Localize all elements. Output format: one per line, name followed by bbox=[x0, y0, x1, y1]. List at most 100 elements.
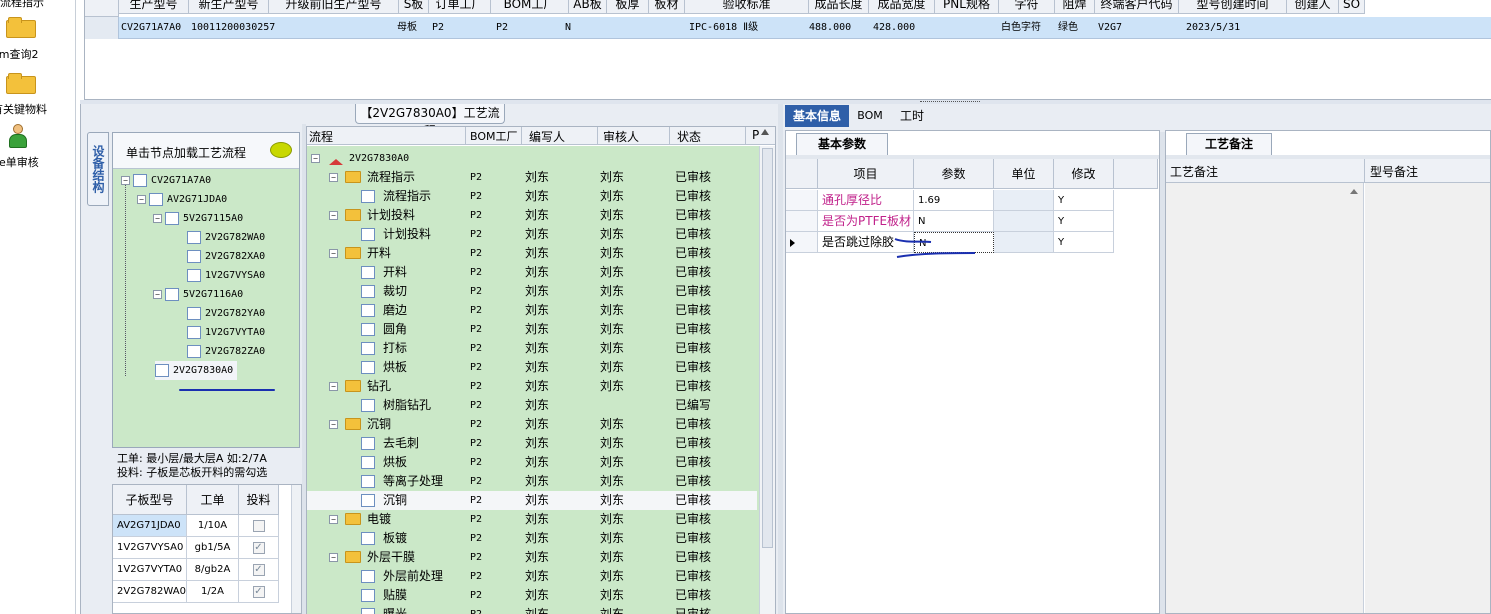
cell-order-factory[interactable]: P2 bbox=[432, 17, 444, 39]
cell-order[interactable]: 1/10A bbox=[187, 515, 239, 537]
cell-model[interactable]: 2V2G782WA0 bbox=[113, 581, 187, 603]
column-header[interactable]: 单位 bbox=[994, 159, 1054, 189]
flow-row[interactable]: 去毛刺 P2 刘东 刘东 已审核 bbox=[307, 434, 757, 453]
flow-row[interactable]: − 沉铜 P2 刘东 刘东 已审核 bbox=[307, 415, 757, 434]
cell-unit[interactable] bbox=[994, 211, 1054, 232]
cell-length[interactable]: 488.000 bbox=[809, 17, 851, 39]
flow-row[interactable]: 板镀 P2 刘东 刘东 已审核 bbox=[307, 529, 757, 548]
column-header[interactable]: 审核人 bbox=[603, 128, 639, 145]
flow-row[interactable]: 裁切 P2 刘东 刘东 已审核 bbox=[307, 282, 757, 301]
column-header[interactable]: 字符 bbox=[999, 0, 1055, 14]
collapse-toggle-icon[interactable]: − bbox=[329, 553, 338, 562]
column-header[interactable]: 项目 bbox=[818, 159, 914, 189]
column-header[interactable]: 成品长度 bbox=[809, 0, 869, 14]
cell-feed[interactable]: ✓ bbox=[239, 581, 279, 603]
cell-item[interactable]: 通孔厚径比 bbox=[818, 190, 914, 211]
cell-order[interactable]: 1/2A bbox=[187, 581, 239, 603]
collapse-toggle-icon[interactable]: − bbox=[329, 211, 338, 220]
flow-row[interactable]: 烘板 P2 刘东 刘东 已审核 bbox=[307, 453, 757, 472]
tab-bom[interactable]: BOM bbox=[855, 105, 885, 127]
checkbox-checked-icon[interactable]: ✓ bbox=[252, 542, 265, 554]
scroll-up-icon[interactable] bbox=[761, 129, 769, 135]
flow-row[interactable]: 烘板 P2 刘东 刘东 已审核 bbox=[307, 358, 757, 377]
flow-row[interactable]: 打标 P2 刘东 刘东 已审核 bbox=[307, 339, 757, 358]
cell-model[interactable]: 1V2G7VYTA0 bbox=[113, 559, 187, 581]
flow-row[interactable]: 流程指示 P2 刘东 刘东 已审核 bbox=[307, 187, 757, 206]
cell-standard[interactable]: IPC-6018 Ⅱ级 bbox=[689, 17, 758, 39]
nav-item-key-material[interactable]: 有关键物料 bbox=[0, 72, 76, 117]
column-header[interactable]: SO bbox=[1339, 0, 1365, 14]
column-header[interactable]: 板厚 bbox=[607, 0, 649, 14]
remark-textarea[interactable] bbox=[1166, 183, 1364, 613]
collapse-toggle-icon[interactable]: − bbox=[153, 289, 162, 299]
cell-unit[interactable] bbox=[994, 232, 1054, 253]
scroll-thumb[interactable] bbox=[762, 148, 773, 548]
flow-row[interactable]: 磨边 P2 刘东 刘东 已审核 bbox=[307, 301, 757, 320]
flow-row[interactable]: 树脂钻孔 P2 刘东 已编写 bbox=[307, 396, 757, 415]
cell-customer[interactable]: V2G7 bbox=[1098, 17, 1122, 39]
cell-model[interactable]: CV2G71A7A0 bbox=[121, 17, 181, 39]
table-row[interactable]: CV2G71A7A0 10011200030257 母板 P2 P2 N IPC… bbox=[85, 17, 1491, 39]
tree-node[interactable]: 1V2G7VYTA0 bbox=[187, 323, 265, 342]
flow-row[interactable]: 外层前处理 P2 刘东 刘东 已审核 bbox=[307, 567, 757, 586]
tree-node[interactable]: −5V2G7116A0 bbox=[153, 285, 243, 304]
scrollbar-vertical[interactable] bbox=[759, 146, 775, 614]
cell-unit[interactable] bbox=[994, 190, 1054, 211]
column-header[interactable]: 创建人 bbox=[1287, 0, 1339, 14]
flow-row[interactable]: 等离子处理 P2 刘东 刘东 已审核 bbox=[307, 472, 757, 491]
cell-mask[interactable]: 绿色 bbox=[1058, 17, 1078, 39]
tree-node[interactable]: 2V2G782YA0 bbox=[187, 304, 265, 323]
cell-edit[interactable]: Y bbox=[1054, 232, 1114, 253]
column-header[interactable]: 参数 bbox=[914, 159, 994, 189]
cell-value[interactable]: 1.69 bbox=[914, 190, 994, 211]
tree-node[interactable]: − CV2G71A7A0 bbox=[121, 171, 211, 190]
column-header[interactable]: 板材 bbox=[649, 0, 685, 14]
flow-row[interactable]: 圆角 P2 刘东 刘东 已审核 bbox=[307, 320, 757, 339]
column-header[interactable]: 升级前旧生产型号 bbox=[269, 0, 399, 14]
collapse-toggle-icon[interactable]: − bbox=[329, 249, 338, 258]
flow-row[interactable]: − 流程指示 P2 刘东 刘东 已审核 bbox=[307, 168, 757, 187]
tree-node[interactable]: 2V2G782XA0 bbox=[187, 247, 265, 266]
flow-row-selected[interactable]: 沉铜 P2 刘东 刘东 已审核 bbox=[307, 491, 757, 510]
cell-feed[interactable] bbox=[239, 515, 279, 537]
column-header[interactable]: 型号创建时间 bbox=[1179, 0, 1287, 14]
column-header[interactable]: 成品宽度 bbox=[869, 0, 935, 14]
cell-item[interactable]: 是否为PTFE板材 bbox=[818, 211, 914, 232]
tree-node[interactable]: −5V2G7115A0 bbox=[153, 209, 243, 228]
cell-width[interactable]: 428.000 bbox=[873, 17, 915, 39]
column-header[interactable]: AB板 bbox=[569, 0, 607, 14]
column-header[interactable]: 工单 bbox=[187, 485, 239, 515]
nav-item-pe-review[interactable]: pe单审核 bbox=[0, 124, 76, 170]
collapse-toggle-icon[interactable]: − bbox=[121, 175, 130, 185]
column-header[interactable]: 型号备注 bbox=[1370, 163, 1418, 180]
column-header[interactable]: 状态 bbox=[677, 128, 701, 145]
collapse-toggle-icon[interactable]: − bbox=[329, 382, 338, 391]
nav-item-flow[interactable]: 流程指示 bbox=[0, 0, 76, 10]
column-header[interactable]: 生产型号 bbox=[119, 0, 189, 14]
flow-row[interactable]: 计划投料 P2 刘东 刘东 已审核 bbox=[307, 225, 757, 244]
tree-node[interactable]: 2V2G782ZA0 bbox=[187, 342, 265, 361]
flow-row[interactable]: − 外层干膜 P2 刘东 刘东 已审核 bbox=[307, 548, 757, 567]
cell-char[interactable]: 白色字符 bbox=[1001, 17, 1041, 39]
column-header[interactable]: 新生产型号 bbox=[189, 0, 269, 14]
cell-order[interactable]: gb1/5A bbox=[187, 537, 239, 559]
column-header[interactable]: 验收标准 bbox=[685, 0, 809, 14]
tab-work-hours[interactable]: 工时 bbox=[895, 105, 929, 127]
flow-row[interactable]: − 开料 P2 刘东 刘东 已审核 bbox=[307, 244, 757, 263]
tree-node[interactable]: 1V2G7VYSA0 bbox=[187, 266, 265, 285]
cell-bom-factory[interactable]: P2 bbox=[496, 17, 508, 39]
collapse-toggle-icon[interactable]: − bbox=[329, 515, 338, 524]
tree-node[interactable]: − AV2G71JDA0 bbox=[137, 190, 227, 209]
checkbox-checked-icon[interactable]: ✓ bbox=[252, 564, 265, 576]
column-header[interactable]: 工艺备注 bbox=[1170, 163, 1218, 180]
flow-row[interactable]: − 计划投料 P2 刘东 刘东 已审核 bbox=[307, 206, 757, 225]
scroll-up-icon[interactable] bbox=[1350, 189, 1358, 194]
column-header[interactable]: 子板型号 bbox=[113, 485, 187, 515]
column-header[interactable]: BOM工厂 bbox=[470, 128, 518, 144]
vertical-splitter[interactable] bbox=[778, 104, 783, 614]
column-header[interactable]: 阻焊 bbox=[1055, 0, 1095, 14]
flow-row[interactable]: 开料 P2 刘东 刘东 已审核 bbox=[307, 263, 757, 282]
collapse-toggle-icon[interactable]: − bbox=[329, 173, 338, 182]
flow-row[interactable]: 曝光 P2 刘东 刘东 已审核 bbox=[307, 605, 757, 614]
tree-node-selected[interactable]: 2V2G7830A0 bbox=[155, 361, 238, 380]
